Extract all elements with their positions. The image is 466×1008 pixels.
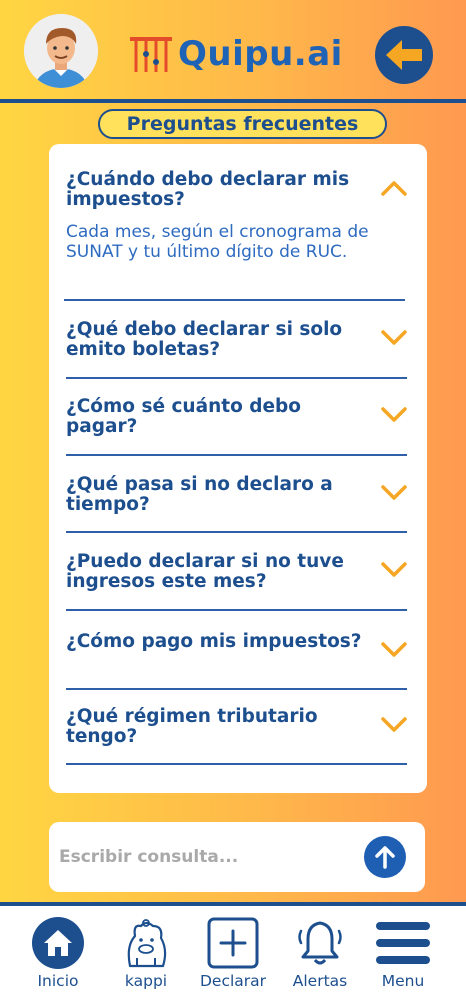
bottom-nav: Inicio kappi Declarar Alertas Menu bbox=[0, 906, 466, 1008]
nav-item-kappi[interactable]: kappi bbox=[101, 906, 191, 1008]
faq-divider bbox=[66, 454, 407, 456]
nav-label: kappi bbox=[124, 972, 168, 990]
faq-card: ¿Cuándo debo declarar mis impuestos? Cad… bbox=[49, 144, 427, 793]
faq-item-1[interactable]: ¿Cuándo debo declarar mis impuestos? Cad… bbox=[66, 170, 408, 262]
faq-question[interactable]: ¿Qué régimen tributario tengo? bbox=[66, 707, 376, 747]
chevron-down-icon[interactable] bbox=[380, 405, 408, 425]
faq-item-2[interactable]: ¿Qué debo declarar si solo emito boletas… bbox=[66, 320, 408, 360]
faq-question[interactable]: ¿Qué pasa si no declaro a tiempo? bbox=[66, 475, 376, 515]
faq-divider bbox=[66, 531, 407, 533]
faq-item-7[interactable]: ¿Qué régimen tributario tengo? bbox=[66, 707, 408, 747]
quipu-abacus-icon bbox=[130, 37, 172, 72]
faq-question[interactable]: ¿Puedo declarar si no tuve ingresos este… bbox=[66, 552, 376, 592]
user-avatar[interactable] bbox=[24, 14, 98, 88]
faq-divider bbox=[64, 299, 405, 301]
section-title: Preguntas frecuentes bbox=[126, 113, 359, 135]
nav-item-declarar[interactable]: Declarar bbox=[188, 906, 278, 1008]
nav-item-menu[interactable]: Menu bbox=[358, 906, 448, 1008]
section-title-pill: Preguntas frecuentes bbox=[98, 109, 387, 139]
faq-item-3[interactable]: ¿Cómo sé cuánto debo pagar? bbox=[66, 397, 408, 437]
faq-divider bbox=[66, 763, 407, 765]
send-button[interactable] bbox=[364, 836, 406, 878]
home-icon bbox=[32, 917, 84, 969]
bell-icon bbox=[298, 921, 342, 965]
plus-square-icon bbox=[207, 917, 259, 969]
faq-divider bbox=[66, 609, 407, 611]
chevron-down-icon[interactable] bbox=[380, 715, 408, 735]
faq-question[interactable]: ¿Cómo sé cuánto debo pagar? bbox=[66, 397, 376, 437]
faq-item-6[interactable]: ¿Cómo pago mis impuestos? bbox=[66, 632, 407, 657]
chat-input-bar bbox=[49, 822, 425, 892]
faq-item-5[interactable]: ¿Puedo declarar si no tuve ingresos este… bbox=[66, 552, 408, 592]
chevron-down-icon[interactable] bbox=[380, 560, 408, 580]
chat-input[interactable] bbox=[59, 840, 349, 874]
faq-question[interactable]: ¿Cuándo debo declarar mis impuestos? bbox=[66, 170, 376, 210]
faq-answer: Cada mes, según el cronograma de SUNAT y… bbox=[66, 222, 369, 262]
nav-item-inicio[interactable]: Inicio bbox=[13, 906, 103, 1008]
arrow-left-icon bbox=[386, 40, 422, 70]
kappi-mascot-icon bbox=[127, 919, 167, 968]
back-button[interactable] bbox=[375, 26, 433, 84]
faq-divider bbox=[66, 688, 407, 690]
faq-question[interactable]: ¿Cómo pago mis impuestos? bbox=[66, 632, 376, 652]
logo-text: Quipu.ai bbox=[178, 34, 343, 74]
nav-label: Alertas bbox=[292, 972, 348, 990]
app-header: Quipu.ai bbox=[0, 0, 466, 101]
nav-label: Declarar bbox=[199, 972, 267, 990]
menu-icon bbox=[376, 922, 430, 964]
chevron-down-icon[interactable] bbox=[380, 640, 408, 660]
faq-item-4[interactable]: ¿Qué pasa si no declaro a tiempo? bbox=[66, 475, 408, 515]
nav-label: Menu bbox=[381, 972, 425, 990]
nav-label: Inicio bbox=[37, 972, 79, 990]
nav-item-alertas[interactable]: Alertas bbox=[275, 906, 365, 1008]
chevron-up-icon[interactable] bbox=[380, 178, 408, 198]
header-divider bbox=[0, 99, 466, 103]
quipu-logo: Quipu.ai bbox=[128, 30, 343, 78]
faq-divider bbox=[66, 377, 407, 379]
chevron-down-icon[interactable] bbox=[380, 328, 408, 348]
chevron-down-icon[interactable] bbox=[380, 483, 408, 503]
faq-question[interactable]: ¿Qué debo declarar si solo emito boletas… bbox=[66, 320, 376, 360]
arrow-up-icon bbox=[375, 846, 395, 869]
